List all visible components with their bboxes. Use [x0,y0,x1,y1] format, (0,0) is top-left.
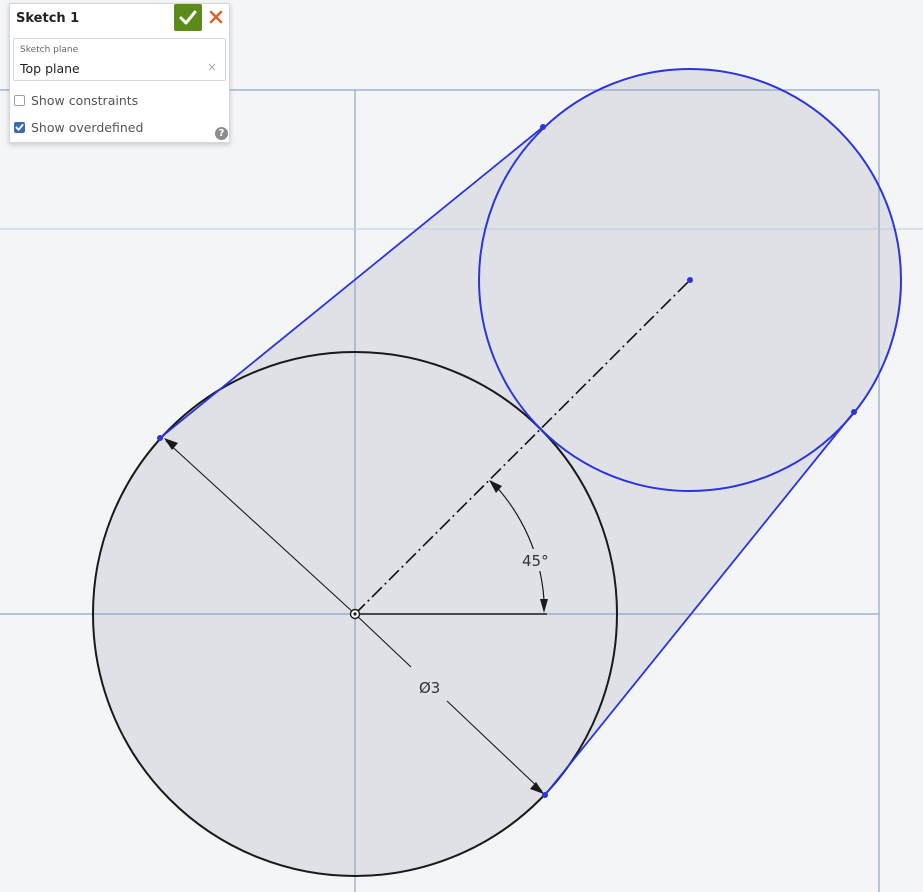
sketch-plane-field[interactable]: Sketch plane Top plane × [13,38,226,81]
accept-button[interactable] [174,4,202,31]
sketch-plane-value: Top plane [20,61,80,76]
clear-icon[interactable]: × [207,60,217,74]
show-overdefined-label: Show overdefined [31,120,144,135]
show-constraints-label: Show constraints [31,93,139,108]
sketch-point [542,792,548,798]
sketch-point [851,409,857,415]
help-icon[interactable]: ? [215,127,228,140]
sketch-point [157,435,163,441]
show-constraints-checkbox[interactable] [14,95,25,106]
angle-dimension-label[interactable]: 45° [522,552,549,570]
check-icon [179,10,197,25]
sketch-title: Sketch 1 [16,11,80,26]
diameter-dimension-label[interactable]: Ø3 [419,679,440,697]
cancel-button[interactable] [205,4,227,31]
sketch-plane-label: Sketch plane [20,45,79,55]
checkmark-icon [15,124,24,131]
sketch-point [687,277,693,283]
sketch-point [540,124,546,130]
show-overdefined-checkbox[interactable] [14,122,25,133]
sketch-panel: Sketch 1 Sketch plane Top plane × Show c… [9,3,230,143]
panel-header: Sketch 1 [10,4,229,33]
close-icon [209,10,223,24]
origin-marker-dot [353,612,357,616]
